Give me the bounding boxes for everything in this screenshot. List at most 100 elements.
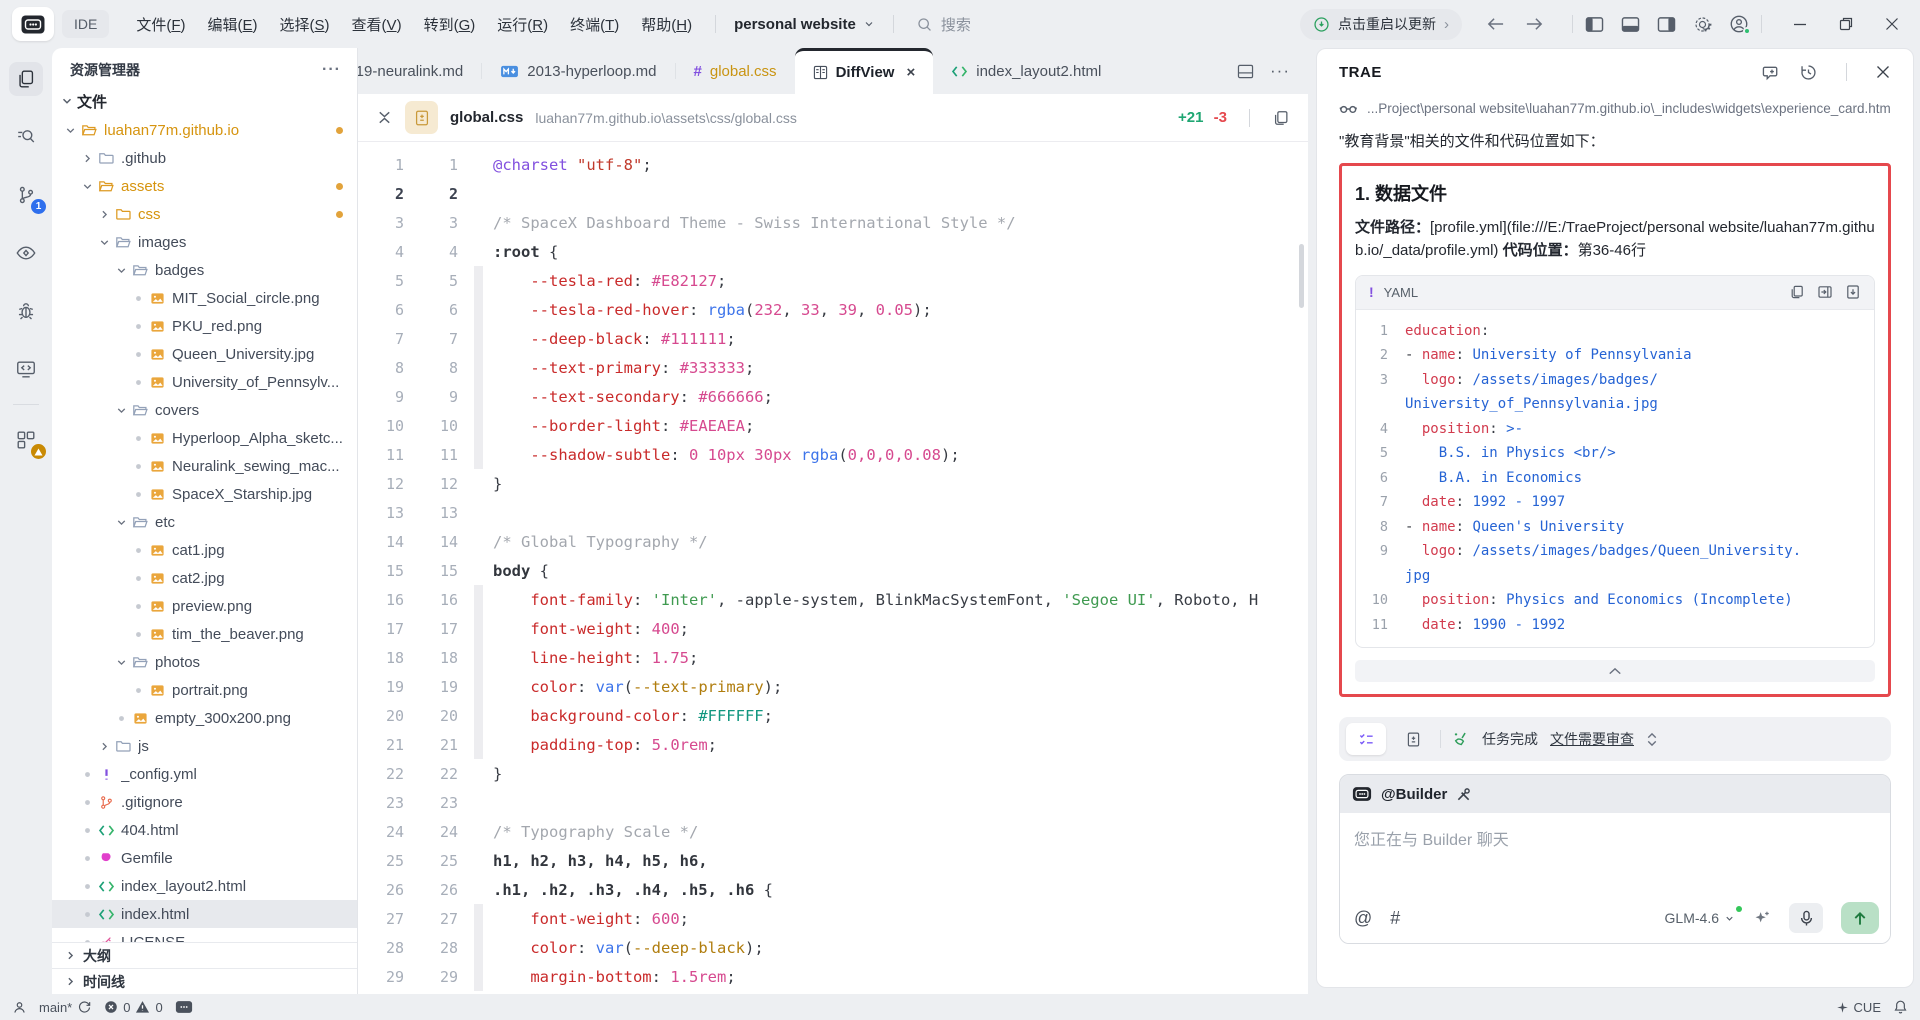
tree-item-etc[interactable]: etc bbox=[52, 508, 357, 536]
diff-code-view[interactable]: 11@charset "utf-8";2233/* SpaceX Dashboa… bbox=[358, 142, 1308, 994]
tree-item-Hyperloop_Alpha_sketc...[interactable]: Hyperloop_Alpha_sketc... bbox=[52, 424, 357, 452]
terminal-toggle-icon[interactable] bbox=[175, 1000, 193, 1014]
toggle-left-sidebar-icon[interactable] bbox=[1585, 16, 1604, 33]
tree-item-cat2.jpg[interactable]: cat2.jpg bbox=[52, 564, 357, 592]
tree-item-_config.yml[interactable]: _config.yml bbox=[52, 760, 357, 788]
account-icon[interactable] bbox=[1729, 14, 1749, 34]
preview-eye-icon[interactable] bbox=[9, 236, 43, 270]
expand-collapse-icon[interactable] bbox=[1646, 732, 1658, 747]
tree-item-luahan77m.github.io[interactable]: luahan77m.github.io bbox=[52, 116, 357, 144]
explorer-more-icon[interactable]: ··· bbox=[322, 61, 341, 79]
tab-2013-hyperloop.md[interactable]: 2013-hyperloop.md bbox=[482, 48, 674, 94]
yaml-code-content[interactable]: 1education:2- name: University of Pennsy… bbox=[1356, 310, 1874, 648]
search-sidebar-icon[interactable] bbox=[9, 120, 43, 154]
tree-item-SpaceX_Starship.jpg[interactable]: SpaceX_Starship.jpg bbox=[52, 480, 357, 508]
copy-code-icon[interactable] bbox=[1789, 284, 1805, 300]
tree-item-index_layout2.html[interactable]: index_layout2.html bbox=[52, 872, 357, 900]
tree-item-tim_the_beaver.png[interactable]: tim_the_beaver.png bbox=[52, 620, 357, 648]
context-hash-button[interactable]: # bbox=[1390, 908, 1400, 929]
timeline-section[interactable]: 时间线 bbox=[52, 968, 357, 994]
code-preview-monitor-icon[interactable] bbox=[9, 352, 43, 386]
toggle-bottom-panel-icon[interactable] bbox=[1621, 16, 1640, 33]
source-control-icon[interactable]: 1 bbox=[9, 178, 43, 212]
tree-item-Gemfile[interactable]: Gemfile bbox=[52, 844, 357, 872]
tab-2019-neuralink.md[interactable]: 2019-neuralink.md bbox=[358, 48, 481, 94]
tab-DiffView[interactable]: DiffView× bbox=[795, 48, 934, 94]
tree-item-MIT_Social_circle.png[interactable]: MIT_Social_circle.png bbox=[52, 284, 357, 312]
tree-item-PKU_red.png[interactable]: PKU_red.png bbox=[52, 312, 357, 340]
chat-input-area[interactable]: 您正在与 Builder 聊天 @ # GLM-4.6 bbox=[1340, 813, 1890, 943]
model-selector[interactable]: GLM-4.6 bbox=[1665, 910, 1735, 926]
tree-item-covers[interactable]: covers bbox=[52, 396, 357, 424]
collapse-answer-bar[interactable] bbox=[1355, 660, 1875, 682]
notifications-bell-icon[interactable] bbox=[1893, 999, 1908, 1015]
tree-item-404.html[interactable]: 404.html bbox=[52, 816, 357, 844]
copy-file-icon[interactable] bbox=[1272, 109, 1290, 127]
changed-files-button[interactable] bbox=[1398, 724, 1428, 754]
files-section-header[interactable]: 文件 bbox=[52, 86, 357, 116]
global-search[interactable]: 搜索 bbox=[906, 10, 981, 39]
back-button[interactable] bbox=[1486, 16, 1505, 32]
send-button[interactable] bbox=[1841, 902, 1879, 934]
minimize-button[interactable] bbox=[1792, 16, 1808, 32]
problems-indicator[interactable]: 0 0 bbox=[104, 1000, 162, 1015]
scrollbar-thumb[interactable] bbox=[1299, 244, 1304, 308]
apply-code-icon[interactable] bbox=[1845, 284, 1861, 300]
tree-item-js[interactable]: js bbox=[52, 732, 357, 760]
insert-code-icon[interactable] bbox=[1817, 284, 1833, 300]
tree-item-.github[interactable]: .github bbox=[52, 144, 357, 172]
extensions-icon[interactable] bbox=[9, 423, 43, 457]
menu-T[interactable]: 终端(T) bbox=[559, 8, 630, 41]
restore-button[interactable] bbox=[1838, 16, 1854, 32]
menu-V[interactable]: 查看(V) bbox=[341, 8, 413, 41]
menu-S[interactable]: 选择(S) bbox=[269, 8, 341, 41]
cue-indicator[interactable]: CUE bbox=[1836, 1000, 1881, 1015]
restart-update-button[interactable]: 点击重启以更新 › bbox=[1300, 9, 1462, 40]
debug-bug-icon[interactable] bbox=[9, 294, 43, 328]
settings-gear-icon[interactable] bbox=[1693, 15, 1712, 34]
close-tab-icon[interactable]: × bbox=[906, 64, 915, 81]
tree-item-photos[interactable]: photos bbox=[52, 648, 357, 676]
close-window-button[interactable] bbox=[1884, 16, 1900, 32]
tab-index_layout2.html[interactable]: index_layout2.html bbox=[933, 48, 1119, 94]
profile-status-icon[interactable] bbox=[12, 1000, 27, 1015]
tree-item-University_of_Pennsylv...[interactable]: University_of_Pennsylv... bbox=[52, 368, 357, 396]
tree-item-assets[interactable]: assets bbox=[52, 172, 357, 200]
enhance-sparkle-icon[interactable] bbox=[1753, 909, 1771, 927]
close-panel-icon[interactable] bbox=[1875, 64, 1891, 80]
menu-R[interactable]: 运行(R) bbox=[486, 8, 559, 41]
split-editor-icon[interactable] bbox=[1237, 64, 1254, 79]
voice-input-button[interactable] bbox=[1789, 903, 1823, 933]
tree-item-cat1.jpg[interactable]: cat1.jpg bbox=[52, 536, 357, 564]
tree-item-empty_300x200.png[interactable]: empty_300x200.png bbox=[52, 704, 357, 732]
menu-H[interactable]: 帮助(H) bbox=[630, 8, 703, 41]
tree-item-images[interactable]: images bbox=[52, 228, 357, 256]
tree-item-badges[interactable]: badges bbox=[52, 256, 357, 284]
menu-G[interactable]: 转到(G) bbox=[413, 8, 487, 41]
context-file-chip[interactable]: ...Project\personal website\luahan77m.gi… bbox=[1339, 101, 1891, 116]
toggle-right-sidebar-icon[interactable] bbox=[1657, 16, 1676, 33]
app-logo[interactable] bbox=[12, 7, 54, 41]
history-icon[interactable] bbox=[1799, 63, 1818, 82]
forward-button[interactable] bbox=[1525, 16, 1544, 32]
tree-item-portrait.png[interactable]: portrait.png bbox=[52, 676, 357, 704]
menu-F[interactable]: 文件(F) bbox=[125, 8, 196, 41]
project-switcher[interactable]: personal website bbox=[728, 12, 881, 37]
tree-item-index.html[interactable]: index.html bbox=[52, 900, 357, 928]
menu-E[interactable]: 编辑(E) bbox=[197, 8, 269, 41]
tree-item-css[interactable]: css bbox=[52, 200, 357, 228]
collapse-regions-icon[interactable] bbox=[376, 109, 393, 126]
explorer-files-icon[interactable] bbox=[9, 62, 43, 96]
tools-icon[interactable] bbox=[1456, 787, 1471, 802]
tab-global.css[interactable]: #global.css bbox=[676, 48, 795, 94]
outline-section[interactable]: 大纲 bbox=[52, 942, 357, 968]
tree-item-preview.png[interactable]: preview.png bbox=[52, 592, 357, 620]
task-list-button[interactable] bbox=[1346, 723, 1386, 755]
git-branch-indicator[interactable]: main* bbox=[39, 1000, 92, 1015]
tree-item-LICENSE[interactable]: LICENSE bbox=[52, 928, 357, 942]
builder-agent-name[interactable]: @Builder bbox=[1381, 786, 1447, 803]
file-tree[interactable]: luahan77m.github.io.githubassetscssimage… bbox=[52, 116, 357, 942]
tree-item-Queen_University.jpg[interactable]: Queen_University.jpg bbox=[52, 340, 357, 368]
tab-overflow-icon[interactable]: ··· bbox=[1270, 61, 1290, 81]
review-files-link[interactable]: 文件需要审查 bbox=[1550, 729, 1634, 749]
